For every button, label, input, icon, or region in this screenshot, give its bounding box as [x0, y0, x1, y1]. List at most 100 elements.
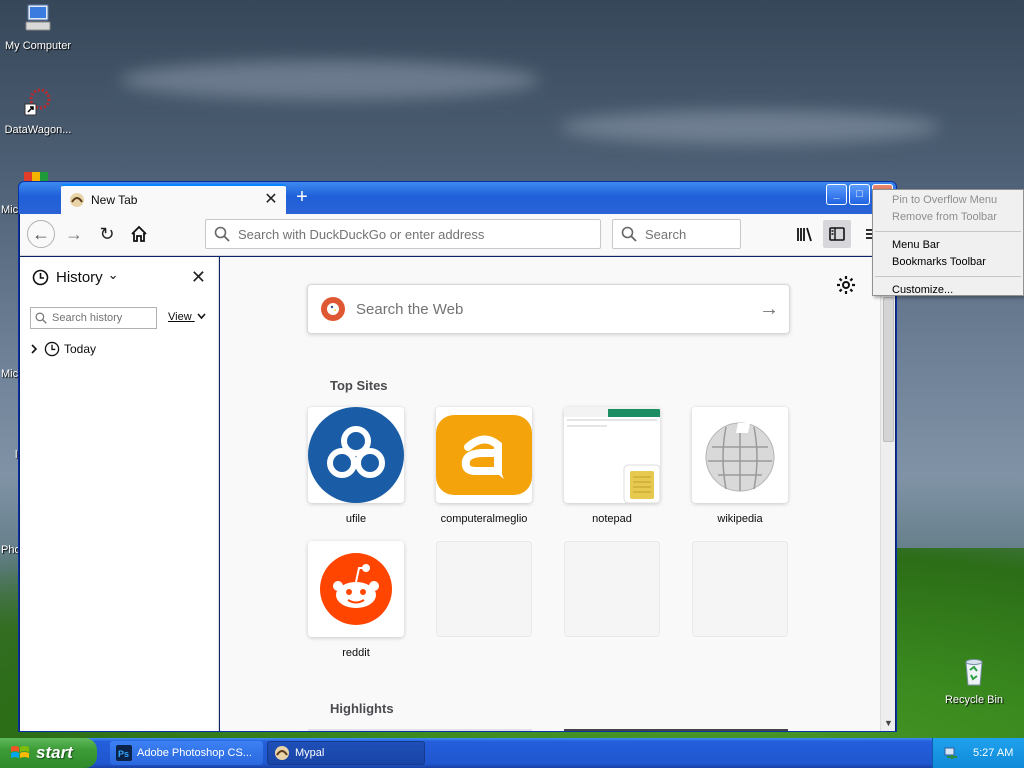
recycle-bin-icon — [965, 659, 983, 686]
history-sidebar: History ⌄ ✕ Search history View Today — [20, 257, 219, 731]
clock-icon — [44, 341, 60, 357]
title-bar: New Tab ✕ + _ □ ✕ — [19, 182, 896, 214]
forward-button[interactable]: → — [60, 220, 88, 248]
minimize-button[interactable]: _ — [826, 184, 847, 205]
menu-item-menu-bar[interactable]: Menu Bar — [873, 237, 1023, 254]
computer-icon — [25, 4, 51, 31]
desktop-icon-datawagon[interactable]: DataWagon... — [0, 86, 76, 136]
web-search-input[interactable]: Search the Web → — [307, 284, 790, 334]
reddit-logo-icon — [308, 541, 404, 637]
start-label: start — [36, 743, 73, 762]
desktop-icon-recycle-bin[interactable]: Recycle Bin — [936, 656, 1012, 706]
history-item-label: Today — [64, 342, 97, 356]
sidebar-title: History — [56, 269, 103, 286]
scroll-down-arrow[interactable]: ▼ — [882, 716, 895, 730]
url-bar[interactable]: Search with DuckDuckGo or enter address — [205, 219, 601, 249]
mypal-icon — [275, 746, 289, 760]
menu-item-bookmarks-toolbar[interactable]: Bookmarks Toolbar — [873, 254, 1023, 271]
top-site-label: ufile — [345, 513, 367, 525]
top-site-thumbnail — [308, 541, 404, 637]
duckduckgo-logo-icon — [321, 297, 345, 321]
maximize-button[interactable]: □ — [849, 184, 870, 205]
computeralmeglio-logo-icon — [436, 407, 532, 503]
view-label: View — [168, 311, 192, 323]
top-site-tile[interactable]: computeralmeglio — [436, 407, 532, 525]
empty-tile — [564, 541, 660, 637]
top-site-placeholder — [436, 541, 532, 637]
sidebar-close-button[interactable]: ✕ — [191, 267, 206, 288]
url-bar-placeholder: Search with DuckDuckGo or enter address — [238, 226, 485, 242]
system-tray: 5:27 AM — [932, 738, 1024, 768]
windows-flag-icon — [11, 746, 29, 758]
top-site-tile[interactable]: reddit — [308, 541, 404, 659]
top-site-label: wikipedia — [717, 513, 763, 525]
top-site-tile[interactable]: ufile — [308, 407, 404, 525]
menu-separator — [875, 231, 1021, 232]
history-item-today[interactable]: Today — [30, 341, 96, 357]
taskbar-item-photoshop[interactable]: Ps Adobe Photoshop CS... — [110, 741, 263, 765]
desktop-icon-label: Recycle Bin — [944, 694, 1004, 706]
top-site-placeholder — [692, 541, 788, 637]
navigation-toolbar: ← → ↻ Search with DuckDuckGo or enter ad… — [20, 214, 895, 256]
highlight-card[interactable] — [564, 729, 788, 731]
svg-text:Ps: Ps — [118, 749, 129, 759]
datawagon-icon — [24, 88, 51, 116]
reload-button[interactable]: ↻ — [93, 220, 121, 248]
taskbar-item-mypal[interactable]: Mypal — [267, 741, 425, 765]
top-sites-heading: Top Sites — [330, 378, 388, 393]
highlights-heading: Highlights — [330, 701, 394, 716]
search-history-input[interactable]: Search history — [30, 307, 157, 329]
menu-item-pin-to-overflow: Pin to Overflow Menu — [892, 194, 998, 206]
cloud-streak — [120, 60, 540, 100]
scrollbar-thumb[interactable] — [883, 297, 894, 442]
desktop-icon-label: My Computer — [4, 40, 72, 52]
library-icon — [797, 227, 812, 242]
top-site-thumbnail — [308, 407, 404, 503]
highlight-card[interactable] — [308, 729, 532, 731]
content-scrollbar[interactable]: ▼ — [880, 257, 895, 731]
desktop-partial-label: Mic — [1, 204, 19, 216]
taskbar-item-label: Mypal — [295, 747, 325, 759]
mypal-favicon-icon — [70, 193, 84, 207]
top-site-label: notepad — [592, 513, 632, 525]
start-button[interactable]: start — [0, 738, 97, 768]
desktop-icon-my-computer[interactable]: My Computer — [0, 2, 76, 52]
taskbar: start Ps Adobe Photoshop CS... Mypal 5:2… — [0, 738, 1024, 768]
sidebar-toggle-button[interactable] — [823, 220, 851, 248]
library-button[interactable] — [791, 220, 819, 248]
top-site-label: reddit — [342, 647, 370, 659]
top-site-thumbnail — [692, 407, 788, 503]
top-site-tile[interactable]: notepad — [564, 407, 660, 525]
top-site-label: computeralmeglio — [440, 513, 528, 525]
tab-new-tab[interactable]: New Tab ✕ — [61, 184, 286, 214]
top-site-thumbnail — [564, 407, 660, 503]
chevron-down-icon: ⌄ — [107, 266, 119, 282]
browser-window: New Tab ✕ + _ □ ✕ ← → ↻ Search with Duck… — [18, 181, 897, 732]
top-site-tile[interactable]: wikipedia — [692, 407, 788, 525]
taskbar-item-label: Adobe Photoshop CS... — [137, 747, 252, 759]
network-tray-icon[interactable] — [943, 745, 959, 761]
home-button[interactable] — [125, 220, 153, 248]
ufile-logo-icon — [308, 407, 404, 503]
new-tab-button[interactable]: + — [290, 186, 314, 210]
menu-item-remove-from-toolbar: Remove from Toolbar — [892, 211, 997, 223]
gear-icon[interactable] — [836, 275, 856, 295]
back-button[interactable]: ← — [27, 220, 55, 248]
tab-close-button[interactable]: ✕ — [264, 192, 278, 208]
sidebar-header[interactable]: History ⌄ — [32, 266, 119, 286]
web-search-placeholder: Search the Web — [356, 300, 464, 318]
search-bar[interactable]: Search — [612, 219, 741, 249]
empty-tile — [436, 541, 532, 637]
chevron-right-icon — [31, 344, 38, 354]
search-submit-arrow[interactable]: → — [749, 298, 789, 321]
clock: 5:27 AM — [973, 747, 1014, 759]
sidebar-icon — [829, 227, 845, 241]
photoshop-icon: Ps — [116, 745, 132, 761]
view-dropdown[interactable]: View — [168, 311, 206, 323]
toolbar-context-menu: Pin to Overflow Menu Remove from Toolbar… — [872, 189, 1024, 296]
top-site-placeholder — [564, 541, 660, 637]
new-tab-content: Search the Web → Top Sites ufile compute… — [220, 257, 880, 731]
search-bar-placeholder: Search — [645, 226, 687, 242]
menu-item-customize[interactable]: Customize... — [873, 282, 1023, 299]
search-icon — [621, 226, 637, 242]
